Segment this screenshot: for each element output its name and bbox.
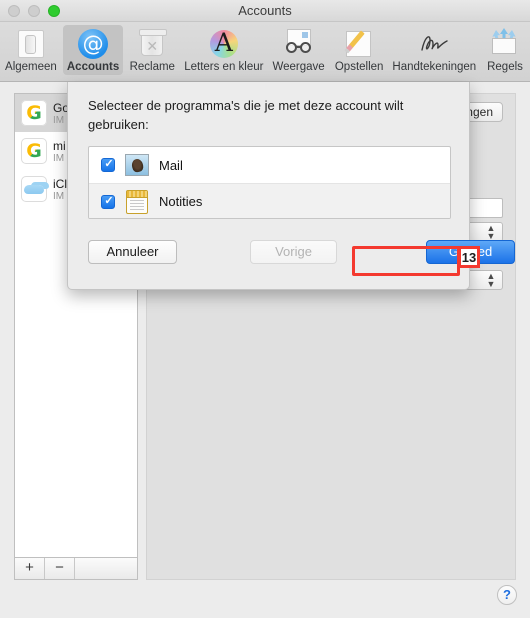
checkbox-notities[interactable] <box>101 194 116 209</box>
app-label: Notities <box>159 194 203 209</box>
toolbar-label: Opstellen <box>334 61 384 73</box>
app-selection-list[interactable]: Mail Notities <box>88 146 451 219</box>
toolbar-item-letters-en-kleur[interactable]: Letters en kleur <box>181 25 266 75</box>
notes-app-icon <box>125 189 149 214</box>
checkbox-mail[interactable] <box>101 157 116 172</box>
account-type: IM <box>53 152 65 164</box>
toolbar-label: Weergave <box>272 61 325 73</box>
sheet-prompt-text: Selecteer de programma's die je met deze… <box>88 98 404 132</box>
toolbar-item-weergave[interactable]: Weergave <box>268 25 328 75</box>
font-color-icon <box>208 28 240 60</box>
add-account-button[interactable]: + <box>15 558 45 579</box>
glasses-icon <box>283 28 315 60</box>
chevron-updown-icon: ▲ ▼ <box>486 223 496 241</box>
toolbar-label: Letters en kleur <box>184 61 264 73</box>
envelope-arrows-icon <box>489 28 521 60</box>
account-name: mi <box>53 138 66 153</box>
app-label: Mail <box>159 157 183 173</box>
google-icon: G <box>21 138 47 164</box>
list-toolbar-spacer <box>75 558 137 579</box>
remove-account-button[interactable]: − <box>45 558 75 579</box>
mail-app-icon <box>125 153 149 177</box>
help-button[interactable]: ? <box>497 585 517 605</box>
chevron-updown-icon: ▲ ▼ <box>486 271 496 289</box>
toolbar-item-reclame[interactable]: Reclame <box>125 25 179 75</box>
trash-icon <box>136 28 168 60</box>
toolbar-item-regels[interactable]: Regels <box>481 25 529 75</box>
toolbar-label: Reclame <box>129 61 175 73</box>
pencil-note-icon <box>343 28 375 60</box>
toolbar-item-accounts[interactable]: @ Accounts <box>62 25 124 75</box>
toolbar-label: Regels <box>487 61 523 73</box>
account-type: IM <box>53 190 65 202</box>
app-row-notities[interactable]: Notities <box>89 183 450 218</box>
toolbar-label: Handtekeningen <box>392 61 477 73</box>
preferences-toolbar: Algemeen @ Accounts Reclame Letters en k… <box>0 22 530 82</box>
signature-icon <box>418 28 450 60</box>
cancel-button[interactable]: Annuleer <box>88 240 177 264</box>
toolbar-label: Algemeen <box>5 61 57 73</box>
window-title: Accounts <box>238 3 292 18</box>
google-icon: G <box>21 100 47 126</box>
annotation-step-badge: 13 <box>458 246 480 268</box>
toolbar-item-algemeen[interactable]: Algemeen <box>1 25 61 75</box>
icloud-icon <box>21 176 47 202</box>
account-name: iCl <box>53 176 67 191</box>
at-sign-icon: @ <box>77 28 109 60</box>
back-button: Vorige <box>250 240 337 264</box>
preferences-window: Accounts Algemeen @ Accounts Reclame Let… <box>0 0 530 618</box>
toolbar-label: Accounts <box>66 61 120 73</box>
toolbar-item-handtekeningen[interactable]: Handtekeningen <box>390 25 479 75</box>
title-bar: Accounts <box>0 0 530 22</box>
toolbar-item-opstellen[interactable]: Opstellen <box>331 25 388 75</box>
general-icon <box>15 28 47 60</box>
account-list-toolbar: + − <box>14 558 138 580</box>
app-row-mail[interactable]: Mail <box>89 147 450 183</box>
select-apps-sheet: Selecteer de programma's die je met deze… <box>67 82 515 290</box>
